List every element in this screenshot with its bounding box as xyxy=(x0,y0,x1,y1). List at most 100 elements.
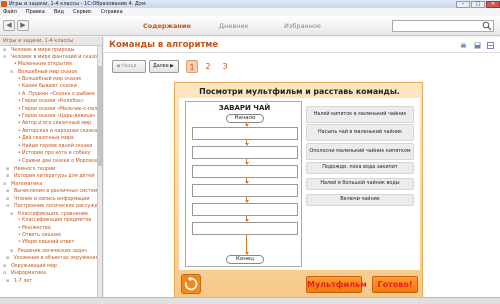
tree-item-label: Герои сказки «Царь-девица» xyxy=(22,113,96,119)
tree-expander-icon[interactable]: ⊞ xyxy=(6,195,10,202)
menu-bar: Файл Правка Вид Сервис Справка xyxy=(0,8,500,16)
page-1-button[interactable]: 1 xyxy=(186,60,198,73)
tree-item[interactable]: •Классификация предметов xyxy=(0,217,97,224)
tree-item[interactable]: •Маленькие открытия xyxy=(0,61,97,68)
command-card[interactable]: Налей кипяток в маленький чайник xyxy=(306,106,414,123)
cartoon-button[interactable]: Мультфильм xyxy=(306,276,367,293)
command-card[interactable]: Включи чайник xyxy=(306,194,414,206)
tree-expander-icon[interactable]: ⊞ xyxy=(6,254,10,261)
page-3-button[interactable]: 3 xyxy=(219,60,231,73)
tree-item[interactable]: ⊞ История литературы для детей xyxy=(0,172,97,179)
tree-item[interactable]: ⊟ Классификация, сравнение xyxy=(0,210,97,217)
tree-item[interactable]: •Ответь лишнее xyxy=(0,232,97,239)
done-button[interactable]: Готово! xyxy=(372,276,418,293)
tree-item[interactable]: •Герои сказки «Царь-девица» xyxy=(0,113,97,120)
menu-edit[interactable]: Правка xyxy=(26,9,45,15)
prev-page-button[interactable]: ◀ Назад xyxy=(112,60,146,73)
tree-item[interactable]: •Волшебный мир сказок xyxy=(0,76,97,83)
page-2-button[interactable]: 2 xyxy=(202,60,214,73)
tree-item[interactable]: •А. Пушкин «Сказка о рыбаке и рыбке» xyxy=(0,91,97,98)
tree-expander-icon[interactable]: ⊞ xyxy=(6,187,10,194)
tree-item[interactable]: ⊟ Человек в мире фантазий и сказок xyxy=(0,53,97,60)
tree-item[interactable]: •Найди героев одной сказки xyxy=(0,143,97,150)
close-button[interactable]: ✕ xyxy=(486,0,500,8)
search-icon[interactable] xyxy=(482,21,492,31)
sidebar-scrollbar[interactable] xyxy=(97,46,102,297)
sidebar-scroll-thumb[interactable] xyxy=(98,66,102,166)
tree-item[interactable]: ⊞ Решение логических задач xyxy=(0,247,97,254)
tree-item[interactable]: ⊞ Ухожение в объектах окружения xyxy=(0,254,97,261)
tree-expander-icon[interactable]: ⊟ xyxy=(3,53,7,60)
maximize-button[interactable]: □ xyxy=(471,0,485,8)
command-drop-slot[interactable] xyxy=(192,222,298,235)
tree-expander-icon[interactable]: ⊞ xyxy=(3,46,7,53)
tree-item[interactable]: •Герои сказки «Мальчик-с-пальчик» xyxy=(0,106,97,113)
tree-item[interactable]: ⊞ Человек в мире природы xyxy=(0,46,97,53)
next-page-button[interactable]: Далее ▶ xyxy=(149,60,179,73)
tree-item[interactable]: ⊞ Окружающий мир xyxy=(0,262,97,269)
back-arrow-icon[interactable]: ◀ xyxy=(3,20,15,31)
tree-expander-icon[interactable]: ⊞ xyxy=(6,165,10,172)
command-card[interactable]: Налей в большой чайник воды xyxy=(306,178,414,190)
command-drop-slot[interactable] xyxy=(192,184,298,197)
tree-expander-icon[interactable]: ⊞ xyxy=(6,172,10,179)
search-input[interactable] xyxy=(393,21,481,31)
tree-item[interactable]: ⊞ Чтение и запись информации xyxy=(0,195,97,202)
command-card[interactable]: Подожди, пока вода закипит xyxy=(306,162,414,174)
content-tree: ⊞ Человек в мире природы ⊟ Человек в мире ф… xyxy=(0,46,102,284)
reset-icon[interactable] xyxy=(181,274,201,294)
command-drop-slot[interactable] xyxy=(192,146,298,159)
tree-item-label: Окружающий мир xyxy=(11,263,57,269)
command-drop-slot[interactable] xyxy=(192,165,298,178)
exercise-panel: Посмотри мультфильм и расставь команды. … xyxy=(174,82,423,298)
tree-expander-icon[interactable]: ⊟ xyxy=(3,269,7,276)
tree-expander-icon[interactable]: ⊟ xyxy=(3,180,7,187)
tree-item[interactable]: •Два сказочных мира xyxy=(0,135,97,142)
tree-item[interactable]: ⊟ Волшебный мир сказок xyxy=(0,68,97,75)
tree-item-label: Авторская и народная сказка xyxy=(22,128,97,134)
save-icon[interactable] xyxy=(474,42,481,49)
tools-icon[interactable] xyxy=(487,42,494,49)
tab-contents[interactable]: Содержание xyxy=(143,22,191,30)
tree-item[interactable]: ⊟ Математика xyxy=(0,180,97,187)
tree-item-label: 1-7 лет xyxy=(14,278,33,284)
tree-expander-icon[interactable]: ⊟ xyxy=(6,202,10,209)
tree-item[interactable]: ⊟ Построение логических рассуждений xyxy=(0,202,97,209)
command-drop-slot[interactable] xyxy=(192,203,298,216)
tree-item[interactable]: •Убери лишний ответ xyxy=(0,239,97,246)
minimize-button[interactable]: – xyxy=(456,0,470,8)
tree-item-label: Человек в мире природы xyxy=(11,48,75,53)
command-drop-slot[interactable] xyxy=(192,127,298,140)
tree-expander-icon[interactable]: ⊞ xyxy=(3,262,7,269)
print-icon[interactable] xyxy=(460,42,467,49)
tree-item-label: Построение логических рассуждений xyxy=(14,204,97,210)
tree-item[interactable]: •Какие бывают сказки xyxy=(0,83,97,90)
flow-start: Начало xyxy=(226,114,264,123)
menu-tools[interactable]: Сервис xyxy=(73,9,92,15)
tree-item[interactable]: •Авторская и народная сказка xyxy=(0,128,97,135)
tree-item-label: А. Пушкин «Сказка о рыбаке и рыбке» xyxy=(22,91,97,97)
command-card[interactable]: Насыпь чай в маленький чайник xyxy=(306,124,414,141)
exercise-controls: Мультфильм Готово! xyxy=(175,272,424,299)
tree-expander-icon[interactable]: ⊟ xyxy=(10,210,14,217)
tree-item-label: Решение логических задач xyxy=(18,248,87,254)
tree-item[interactable]: •Герои сказки «Колобок» xyxy=(0,98,97,105)
menu-help[interactable]: Справка xyxy=(101,9,123,15)
tab-diary[interactable]: Дневник xyxy=(219,22,249,30)
tree-item[interactable]: ⊟ Информатика xyxy=(0,269,97,276)
tree-item[interactable]: ⊞ Немного теории xyxy=(0,165,97,172)
menu-file[interactable]: Файл xyxy=(3,9,17,15)
tree-expander-icon[interactable]: ⊞ xyxy=(10,247,14,254)
tab-favorites[interactable]: Избранное xyxy=(284,22,321,30)
forward-arrow-icon[interactable]: ▶ xyxy=(17,20,29,31)
tree-item[interactable]: ⊞ 1-7 лет xyxy=(0,277,97,284)
tree-item[interactable]: ⊞ Вычисления в различных системах xyxy=(0,187,97,194)
tree-item[interactable]: •Истории про кота и собаку xyxy=(0,150,97,157)
tree-item[interactable]: •Сравни две сказки о Морозке xyxy=(0,158,97,165)
tree-item[interactable]: •Автор и его сказочный мир xyxy=(0,120,97,127)
menu-view[interactable]: Вид xyxy=(54,9,64,15)
tree-item[interactable]: •Множества xyxy=(0,225,97,232)
tree-expander-icon[interactable]: ⊟ xyxy=(10,68,14,75)
tree-expander-icon[interactable]: ⊞ xyxy=(6,277,10,284)
command-card[interactable]: Ополосни маленький чайник кипятком xyxy=(306,143,414,160)
